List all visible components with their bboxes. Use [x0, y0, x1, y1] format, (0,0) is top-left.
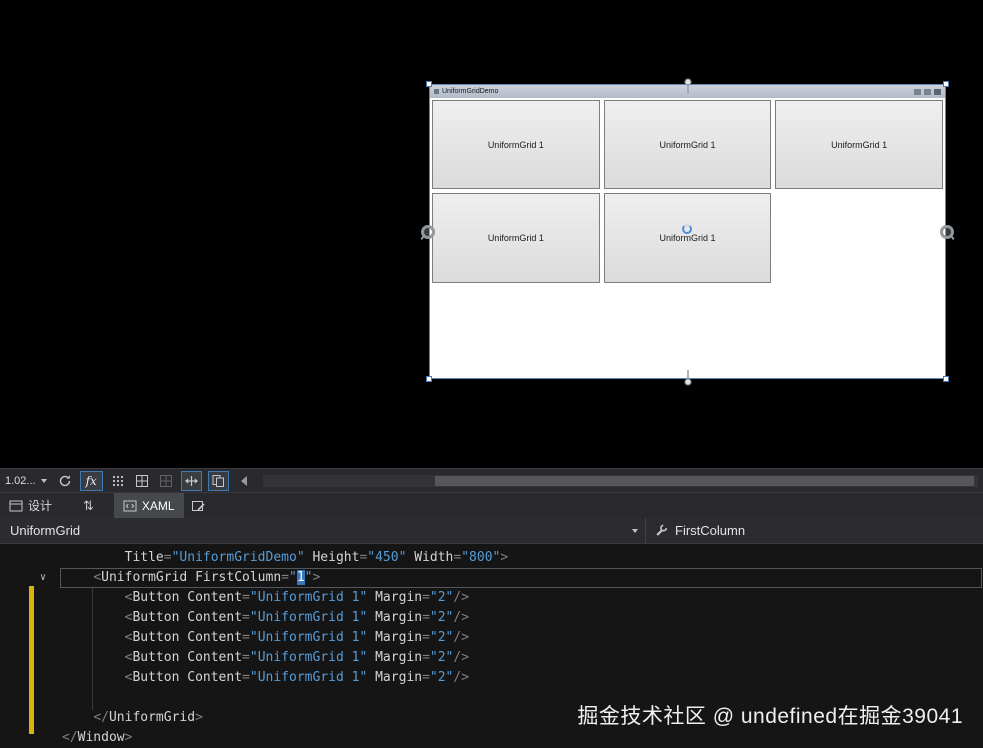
- wpf-window-preview[interactable]: UniformGridDemo UniformGrid 1 UniformGrid…: [421, 78, 954, 386]
- designer-horizontal-scrollbar[interactable]: [262, 474, 978, 487]
- window-app-icon: [434, 89, 439, 94]
- designer-button[interactable]: UniformGrid 1: [603, 100, 772, 190]
- effects-toggle-button[interactable]: fx: [79, 470, 103, 491]
- watermark-text: 掘金技术社区 @ undefined在掘金39041: [577, 705, 963, 728]
- pages-icon: [212, 474, 224, 487]
- resize-handle-top-right[interactable]: [943, 81, 949, 87]
- designer-button-cell: UniformGrid 1: [773, 98, 945, 191]
- zoom-value: 1.02...: [5, 474, 36, 487]
- left-arrow-icon: [240, 475, 247, 486]
- designer-button-cell: UniformGrid 1: [602, 191, 774, 284]
- design-surface: UniformGridDemo UniformGrid 1 UniformGrid…: [0, 0, 983, 468]
- code-line-current[interactable]: <UniformGrid FirstColumn="1">: [0, 568, 983, 588]
- scroll-left-button[interactable]: [235, 471, 253, 491]
- designer-button-cell: UniformGrid 1: [430, 98, 602, 191]
- swap-arrows-icon: ⇅: [83, 497, 94, 513]
- dots-grid-icon: [112, 475, 123, 486]
- design-view-icon: [9, 500, 23, 511]
- popout-editor-button[interactable]: [184, 493, 213, 518]
- chevron-down-icon: [632, 529, 638, 533]
- uniform-grid: UniformGrid 1 UniformGrid 1 UniformGrid 1U…: [430, 98, 945, 378]
- resize-handle-bottom-left[interactable]: [426, 376, 432, 382]
- member-dropdown-value: FirstColumn: [675, 523, 746, 538]
- close-icon: [934, 88, 941, 95]
- grid-pane-icon: [135, 474, 148, 487]
- disabled-grid-button: [157, 471, 175, 491]
- grid-dim-icon: [159, 474, 172, 487]
- zoom-select[interactable]: 1.02...: [2, 471, 50, 491]
- refresh-button[interactable]: [56, 471, 74, 491]
- code-line[interactable]: Title="UniformGridDemo" Height="450" Wid…: [0, 548, 983, 568]
- element-dropdown-value: UniformGrid: [10, 523, 81, 538]
- chevron-down-icon: [40, 478, 47, 483]
- tab-xaml-label: XAML: [141, 498, 175, 513]
- designer-button-cell: UniformGrid 1: [430, 191, 602, 284]
- resize-handle-bottom-right[interactable]: [943, 376, 949, 382]
- show-all-code-toggle-button[interactable]: [207, 470, 229, 491]
- wrench-icon: [656, 524, 668, 536]
- anchor-ring-right-icon[interactable]: [940, 224, 954, 239]
- selected-text[interactable]: 1: [296, 570, 305, 585]
- editor-navigation-bar: UniformGrid FirstColumn: [0, 518, 983, 544]
- anchor-pin-bottom-icon[interactable]: [682, 369, 694, 386]
- refresh-icon: [59, 474, 70, 486]
- anchor-pin-top-icon[interactable]: [682, 78, 694, 95]
- snaplines-icon: [184, 475, 198, 486]
- code-line[interactable]: <Button Content="UniformGrid 1" Margin="…: [0, 648, 983, 668]
- designer-empty-cell: [602, 285, 774, 378]
- fx-icon: fx: [85, 473, 97, 488]
- designer-empty-cell: [773, 285, 945, 378]
- tab-xaml[interactable]: XAML: [113, 493, 184, 518]
- designer-toolbar: 1.02... fx: [0, 468, 983, 492]
- window-title: UniformGridDemo: [442, 88, 499, 95]
- busy-spinner-icon: [682, 224, 692, 234]
- designer-button-cell: UniformGrid 1: [602, 98, 774, 191]
- code-line[interactable]: </Window>: [0, 728, 983, 748]
- window-chrome: [914, 88, 941, 95]
- code-line[interactable]: <Button Content="UniformGrid 1" Margin="…: [0, 608, 983, 628]
- swap-panes-button[interactable]: ⇅: [75, 493, 102, 518]
- designer-empty-cell: [430, 285, 602, 378]
- maximize-icon: [924, 88, 931, 95]
- designer-button[interactable]: UniformGrid 1: [432, 193, 600, 283]
- member-dropdown[interactable]: FirstColumn: [646, 518, 983, 543]
- xaml-view-icon: [123, 500, 137, 511]
- designer-button[interactable]: UniformGrid 1: [432, 100, 600, 190]
- element-dropdown[interactable]: UniformGrid: [0, 518, 646, 543]
- anchor-ring-left-icon[interactable]: [421, 224, 435, 239]
- show-snap-grid-button[interactable]: [109, 471, 127, 491]
- minimize-icon: [914, 88, 921, 95]
- snap-to-grid-button[interactable]: [133, 471, 151, 491]
- tab-design-label: 设计: [28, 499, 53, 513]
- code-line[interactable]: <Button Content="UniformGrid 1" Margin="…: [0, 588, 983, 608]
- snaplines-toggle-button[interactable]: [180, 470, 202, 491]
- tab-design[interactable]: 设计: [0, 493, 61, 518]
- view-tabstrip: 设计 ⇅ XAML: [0, 492, 983, 518]
- designer-button[interactable]: UniformGrid 1: [603, 193, 772, 283]
- page-edit-icon: [191, 500, 205, 511]
- designer-empty-cell: [773, 191, 945, 284]
- resize-handle-top-left[interactable]: [426, 81, 432, 87]
- designer-button[interactable]: UniformGrid 1: [775, 100, 943, 190]
- code-line[interactable]: <Button Content="UniformGrid 1" Margin="…: [0, 628, 983, 648]
- code-line[interactable]: <Button Content="UniformGrid 1" Margin="…: [0, 668, 983, 688]
- scrollbar-thumb[interactable]: [434, 475, 974, 486]
